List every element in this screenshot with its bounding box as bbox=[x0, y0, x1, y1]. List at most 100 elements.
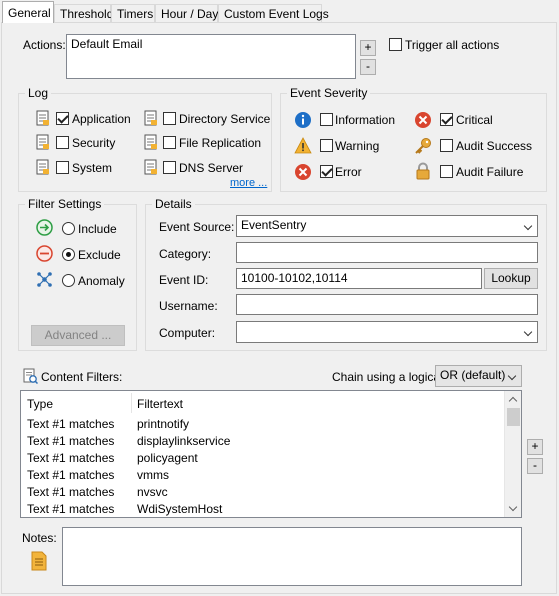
event-log-icon bbox=[36, 159, 50, 175]
filter-anomaly-radio[interactable] bbox=[62, 274, 75, 287]
username-label: Username: bbox=[159, 299, 218, 313]
notes-label: Notes: bbox=[22, 531, 57, 545]
actions-list[interactable]: Default Email bbox=[66, 34, 356, 79]
advanced-button[interactable]: Advanced ... bbox=[31, 325, 125, 346]
table-row[interactable]: Text #1 matches printnotify bbox=[21, 416, 497, 433]
event-id-field[interactable]: 10100-10102,10114 bbox=[236, 268, 482, 289]
scrollbar-thumb[interactable] bbox=[507, 408, 520, 426]
scroll-up-arrow-icon[interactable] bbox=[508, 396, 518, 406]
severity-audit-success-label[interactable]: Audit Success bbox=[456, 139, 532, 153]
lookup-button[interactable]: Lookup bbox=[484, 268, 538, 289]
add-filter-button[interactable]: + bbox=[527, 439, 543, 455]
filter-include-label[interactable]: Include bbox=[78, 222, 117, 236]
computer-dropdown[interactable] bbox=[236, 321, 538, 343]
log-group-title: Log bbox=[25, 86, 52, 100]
severity-information-label[interactable]: Information bbox=[335, 113, 395, 127]
tab-hour-day[interactable]: Hour / Day bbox=[155, 4, 218, 23]
row-filtertext: nvsvc bbox=[137, 485, 168, 499]
table-row[interactable]: Text #1 matches displaylinkservice bbox=[21, 433, 497, 450]
table-row[interactable]: Text #1 matches WdiSystemHost bbox=[21, 501, 497, 518]
event-severity-group-title: Event Severity bbox=[287, 86, 371, 100]
anomaly-network-icon bbox=[37, 272, 52, 287]
row-type: Text #1 matches bbox=[27, 417, 115, 431]
filter-exclude-label[interactable]: Exclude bbox=[78, 248, 121, 262]
log-directory-service-checkbox[interactable] bbox=[163, 112, 176, 125]
more-logs-link[interactable]: more ... bbox=[230, 177, 267, 189]
content-filters-label: Content Filters: bbox=[41, 370, 123, 384]
log-file-replication-checkbox[interactable] bbox=[163, 136, 176, 149]
filter-anomaly-label[interactable]: Anomaly bbox=[78, 274, 125, 288]
column-divider bbox=[131, 393, 132, 413]
username-field[interactable] bbox=[236, 294, 538, 315]
severity-warning-label[interactable]: Warning bbox=[335, 139, 379, 153]
severity-error-checkbox[interactable] bbox=[320, 165, 333, 178]
chevron-down-icon bbox=[523, 327, 533, 337]
content-filters-table[interactable]: Type Filtertext Text #1 matches printnot… bbox=[20, 390, 522, 518]
row-filtertext: displaylinkservice bbox=[137, 434, 231, 448]
column-header-type[interactable]: Type bbox=[27, 397, 53, 411]
chain-logical-label: Chain using a logical bbox=[332, 370, 443, 384]
table-row[interactable]: Text #1 matches policyagent bbox=[21, 450, 497, 467]
notes-icon bbox=[31, 551, 47, 571]
log-security-label[interactable]: Security bbox=[72, 136, 115, 150]
category-label: Category: bbox=[159, 247, 212, 261]
row-type: Text #1 matches bbox=[27, 502, 115, 516]
column-header-filtertext[interactable]: Filtertext bbox=[137, 397, 183, 411]
tab-threshold[interactable]: Threshold bbox=[54, 4, 113, 23]
event-log-icon bbox=[144, 110, 158, 126]
log-application-label[interactable]: Application bbox=[72, 112, 131, 126]
trigger-all-actions-checkbox[interactable] bbox=[389, 38, 402, 51]
event-log-icon bbox=[144, 134, 158, 150]
row-filtertext: vmms bbox=[137, 468, 169, 482]
key-icon bbox=[415, 138, 431, 154]
log-file-replication-label[interactable]: File Replication bbox=[179, 136, 261, 150]
log-system-label[interactable]: System bbox=[72, 161, 112, 175]
chain-logical-value: OR (default) bbox=[440, 368, 506, 382]
lock-icon bbox=[416, 162, 430, 180]
tab-general[interactable]: General bbox=[2, 1, 54, 23]
log-system-checkbox[interactable] bbox=[56, 161, 69, 174]
chain-logical-dropdown[interactable]: OR (default) bbox=[435, 365, 522, 387]
log-application-checkbox[interactable] bbox=[56, 112, 69, 125]
trigger-all-actions-label[interactable]: Trigger all actions bbox=[405, 38, 499, 52]
filter-settings-group-title: Filter Settings bbox=[25, 197, 105, 211]
tab-custom-event-logs[interactable]: Custom Event Logs bbox=[218, 4, 329, 23]
event-source-dropdown[interactable]: EventSentry bbox=[236, 215, 538, 237]
table-row[interactable]: Text #1 matches vmms bbox=[21, 467, 497, 484]
category-field[interactable] bbox=[236, 242, 538, 263]
table-row[interactable]: Text #1 matches nvsvc bbox=[21, 484, 497, 501]
row-type: Text #1 matches bbox=[27, 468, 115, 482]
critical-icon bbox=[415, 112, 431, 128]
computer-label: Computer: bbox=[159, 326, 216, 340]
remove-filter-button[interactable]: - bbox=[527, 458, 543, 474]
remove-action-button[interactable]: - bbox=[360, 59, 376, 75]
severity-audit-failure-label[interactable]: Audit Failure bbox=[456, 165, 523, 179]
event-log-icon bbox=[36, 110, 50, 126]
row-type: Text #1 matches bbox=[27, 451, 115, 465]
severity-error-label[interactable]: Error bbox=[335, 165, 362, 179]
notes-field[interactable] bbox=[62, 527, 522, 586]
chevron-down-icon bbox=[523, 221, 533, 231]
severity-audit-success-checkbox[interactable] bbox=[440, 139, 453, 152]
tab-timers[interactable]: Timers bbox=[111, 4, 155, 23]
severity-audit-failure-checkbox[interactable] bbox=[440, 165, 453, 178]
scroll-down-arrow-icon[interactable] bbox=[508, 502, 518, 512]
add-action-button[interactable]: + bbox=[360, 40, 376, 56]
log-dns-server-checkbox[interactable] bbox=[163, 161, 176, 174]
filter-include-radio[interactable] bbox=[62, 222, 75, 235]
log-dns-server-label[interactable]: DNS Server bbox=[179, 161, 243, 175]
chevron-down-icon bbox=[507, 371, 517, 381]
event-source-value: EventSentry bbox=[241, 218, 307, 232]
log-directory-service-label[interactable]: Directory Service bbox=[179, 112, 270, 126]
filter-exclude-radio[interactable] bbox=[62, 248, 75, 261]
vertical-scrollbar[interactable] bbox=[504, 391, 521, 517]
include-arrow-icon bbox=[36, 219, 53, 236]
severity-critical-label[interactable]: Critical bbox=[456, 113, 493, 127]
severity-warning-checkbox[interactable] bbox=[320, 139, 333, 152]
actions-list-item[interactable]: Default Email bbox=[71, 37, 142, 51]
severity-information-checkbox[interactable] bbox=[320, 113, 333, 126]
log-security-checkbox[interactable] bbox=[56, 136, 69, 149]
event-log-icon bbox=[36, 134, 50, 150]
event-log-icon bbox=[144, 159, 158, 175]
severity-critical-checkbox[interactable] bbox=[440, 113, 453, 126]
